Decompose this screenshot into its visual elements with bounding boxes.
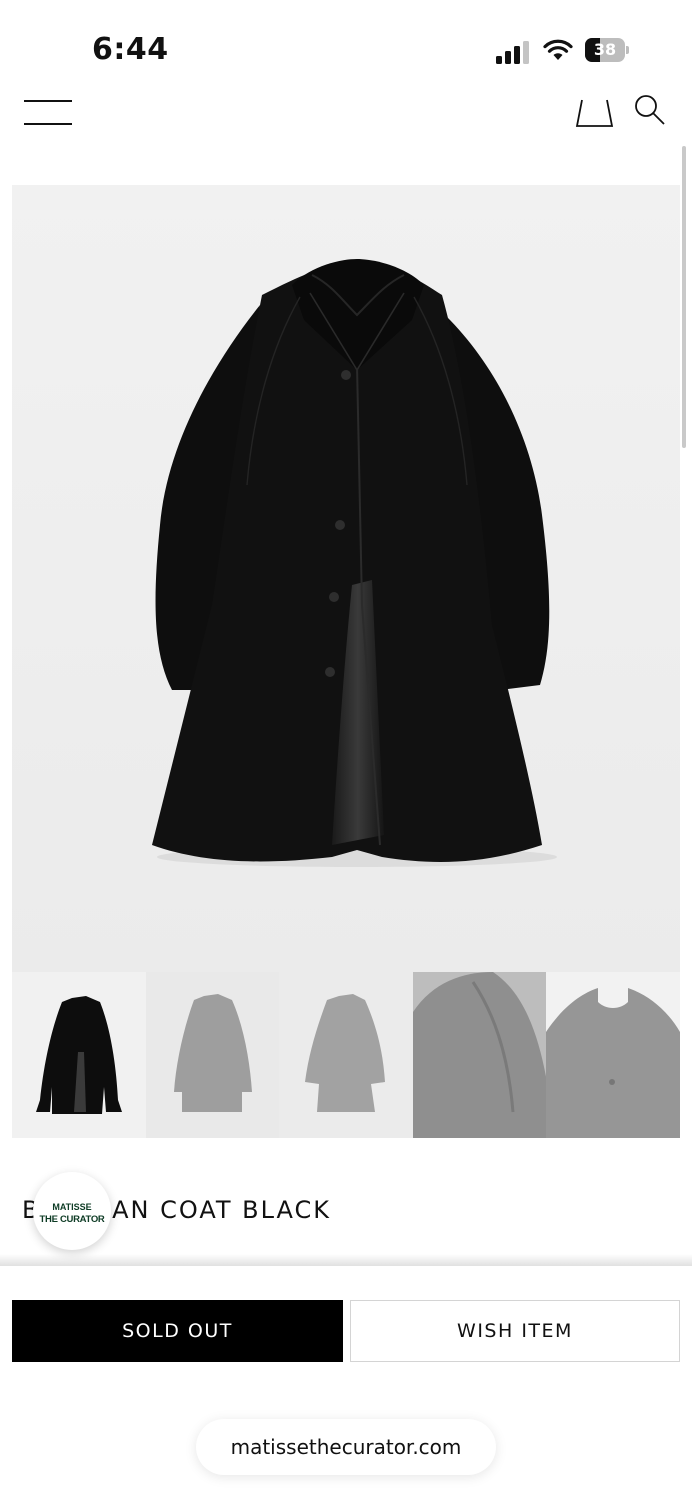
thumbnail-5[interactable] bbox=[546, 972, 680, 1138]
browser-url-bar[interactable]: matissethecurator.com bbox=[196, 1419, 496, 1475]
signal-strength-icon bbox=[496, 40, 532, 64]
coat-front-thumbnail bbox=[36, 996, 122, 1114]
page-scrollbar[interactable] bbox=[682, 146, 686, 448]
thumbnail-1[interactable] bbox=[12, 972, 146, 1138]
thumbnail-2[interactable] bbox=[145, 972, 280, 1138]
brand-name-line1: MATISSE bbox=[52, 1202, 92, 1212]
product-main-image[interactable] bbox=[12, 185, 680, 972]
hamburger-menu-icon[interactable] bbox=[24, 100, 72, 128]
thumbnail-strip bbox=[12, 972, 680, 1138]
brand-name-line2: THE CURATOR bbox=[39, 1214, 105, 1225]
sold-out-button[interactable]: SOLD OUT bbox=[12, 1300, 343, 1362]
coat-front-thumbnail bbox=[173, 994, 252, 1112]
status-bar: 6:44 38 bbox=[0, 0, 692, 100]
brand-badge[interactable]: MATISSE THE CURATOR bbox=[33, 1172, 111, 1250]
shopping-bag-icon[interactable] bbox=[574, 96, 616, 130]
coat-image bbox=[152, 259, 557, 867]
battery-icon: 38 bbox=[585, 38, 629, 62]
wish-item-button[interactable]: WISH ITEM bbox=[350, 1300, 680, 1362]
wifi-icon bbox=[543, 39, 573, 60]
coat-detail-thumbnail bbox=[412, 972, 547, 1138]
coat-front-thumbnail bbox=[305, 994, 386, 1112]
battery-level: 38 bbox=[593, 40, 617, 59]
coat-collar-detail-thumbnail bbox=[546, 988, 680, 1138]
status-time: 6:44 bbox=[92, 32, 169, 67]
thumbnail-4[interactable] bbox=[412, 972, 547, 1138]
search-icon[interactable] bbox=[630, 94, 670, 130]
thumbnail-3[interactable] bbox=[279, 972, 413, 1138]
